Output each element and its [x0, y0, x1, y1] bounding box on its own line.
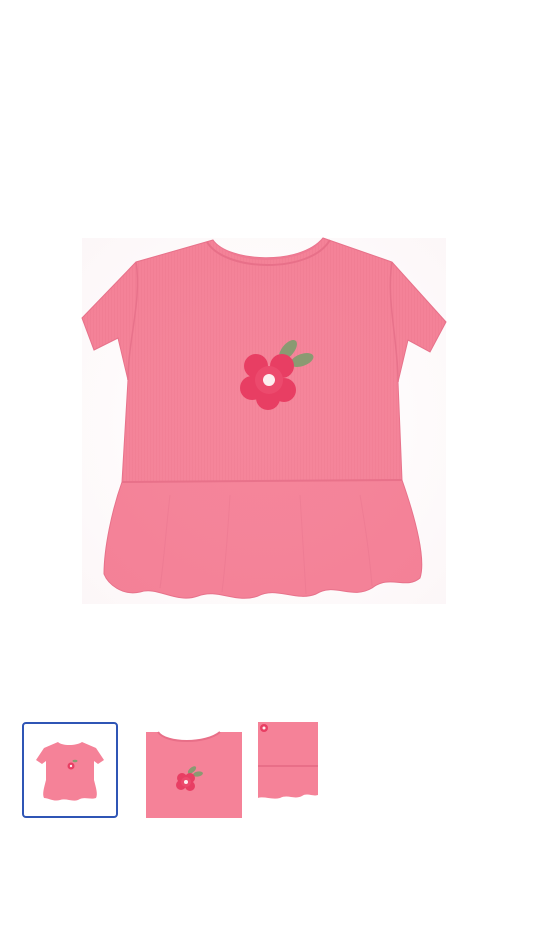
product-gallery-page: [0, 0, 533, 927]
thumbnail-detail-hem-image: [258, 722, 354, 818]
thumbnail-front[interactable]: [22, 722, 118, 818]
thumbnail-detail-flower[interactable]: [146, 722, 242, 818]
footer-space: [0, 860, 533, 927]
thumbnail-detail-hem[interactable]: [258, 722, 354, 818]
shirt-image: [81, 237, 447, 604]
main-product-image[interactable]: [0, 0, 533, 700]
thumbnail-detail-flower-image: [146, 731, 242, 818]
thumbnail-front-image: [36, 742, 104, 801]
